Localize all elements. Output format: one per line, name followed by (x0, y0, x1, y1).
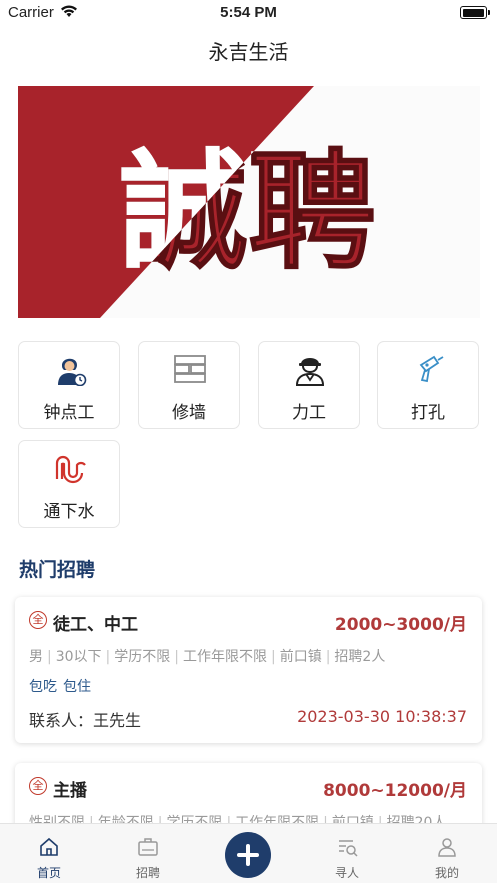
tab-label: 我的 (434, 866, 459, 880)
category-label: 通下水 (43, 502, 95, 522)
category-wall-repair[interactable]: 修墙 (138, 341, 240, 429)
banner-graphic: 誠聘 誠聘 (18, 86, 377, 318)
category-label: 力工 (292, 403, 326, 423)
home-icon (40, 837, 58, 856)
pipe-icon (55, 455, 86, 484)
tab-profile[interactable]: 我的 (417, 824, 477, 883)
fulltime-badge: 全 (29, 611, 47, 629)
add-post-button[interactable] (225, 832, 271, 878)
search-person-icon (339, 840, 358, 857)
drill-icon (419, 355, 444, 383)
job-salary: 8000~12000/月 (323, 781, 467, 801)
job-salary: 2000~3000/月 (334, 615, 467, 635)
hot-jobs-heading: 热门招聘 (19, 559, 96, 581)
category-drilling[interactable]: 打孔 (377, 341, 479, 429)
worker-clock-icon (58, 358, 87, 386)
job-icon (138, 838, 158, 856)
fulltime-badge: 全 (29, 777, 47, 795)
recruit-banner[interactable]: 誠聘 誠聘 (18, 86, 480, 318)
page-title: 永吉生活 (208, 40, 289, 64)
job-benefit-tag: 包住 (63, 679, 91, 695)
category-hourly-worker[interactable]: 钟点工 (18, 341, 120, 429)
tab-search-person[interactable]: 寻人 (317, 824, 377, 883)
job-requirements: 男 | 30以下 | 学历不限 | 工作年限不限 | 前口镇 | 招聘2人 (29, 649, 386, 665)
job-title: 主播 (53, 781, 87, 801)
category-laborer[interactable]: 力工 (258, 341, 360, 429)
battery-icon (460, 6, 490, 19)
tab-label: 首页 (36, 866, 61, 880)
tab-jobs[interactable]: 招聘 (118, 824, 178, 883)
category-label: 修墙 (172, 403, 206, 423)
job-contact: 联系人：王先生 (29, 711, 142, 730)
profile-icon (438, 838, 456, 857)
job-date: 2023-03-30 10:38:37 (297, 707, 467, 726)
brick-wall-icon (174, 355, 206, 383)
job-title: 徒工、中工 (53, 615, 138, 635)
tab-home[interactable]: 首页 (19, 824, 79, 883)
tab-label: 寻人 (334, 866, 359, 880)
tab-label: 招聘 (135, 866, 160, 880)
category-drain-clearing[interactable]: 通下水 (18, 440, 120, 528)
category-label: 打孔 (411, 403, 445, 423)
status-bar: Carrier 5:54 PM (0, 0, 497, 26)
job-benefit-tag: 包吃 (29, 679, 57, 695)
clock: 5:54 PM (220, 4, 277, 21)
category-label: 钟点工 (43, 403, 95, 423)
hard-hat-worker-icon (295, 358, 325, 386)
job-card[interactable]: 全 徒工、中工 2000~3000/月 男 | 30以下 | 学历不限 | 工作年限不限 | 前… (15, 597, 482, 743)
tab-bar: 首页 招聘 寻人 我的 (0, 823, 497, 883)
